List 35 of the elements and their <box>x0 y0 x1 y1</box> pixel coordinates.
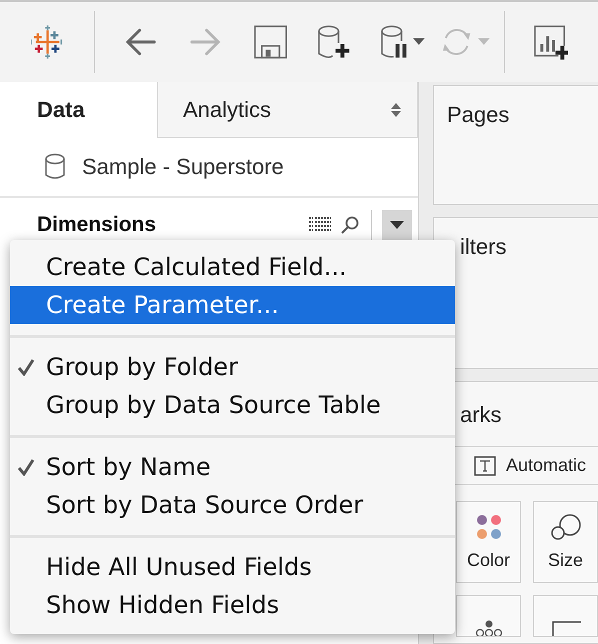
search-icon[interactable] <box>341 216 359 234</box>
size-circles-icon <box>550 514 580 540</box>
checkmark-icon <box>17 458 35 476</box>
menu-item[interactable]: Show Hidden Fields <box>10 586 455 624</box>
color-dots-icon <box>476 514 502 540</box>
shelf-title: Pages <box>446 101 510 128</box>
tooltip-icon <box>550 620 580 636</box>
pane-tab[interactable]: Analytics <box>157 82 418 138</box>
checkmark-icon <box>17 358 35 376</box>
menu-item[interactable]: Create Parameter... <box>10 286 455 324</box>
dropdown-button[interactable] <box>382 210 412 240</box>
section-title: Dimensions <box>37 213 156 237</box>
menu-item[interactable]: Hide All Unused Fields <box>10 548 455 586</box>
menu-item[interactable]: Create Calculated Field... <box>10 248 455 286</box>
database-icon <box>44 153 66 181</box>
add-data-source-icon[interactable] <box>316 24 350 60</box>
marks-property-button[interactable] <box>456 595 521 637</box>
marks-property-button[interactable]: Size <box>533 501 598 583</box>
menu-item[interactable]: Sort by Data Source Order <box>10 486 455 524</box>
caret-icon[interactable] <box>413 38 425 46</box>
list-view-icon[interactable] <box>309 216 331 234</box>
shelf-title: ilters <box>459 233 508 260</box>
menu-item[interactable]: Group by Data Source Table <box>10 386 455 424</box>
logo-icon[interactable] <box>31 25 64 59</box>
menu-item[interactable]: Group by Folder <box>10 348 455 386</box>
text-mark-icon <box>474 456 496 476</box>
detail-dots-icon <box>474 620 502 636</box>
marks-property-button[interactable]: Color <box>456 501 521 583</box>
shelf-title: arks <box>459 401 503 428</box>
pause-data-source-icon[interactable] <box>380 24 410 60</box>
caret-icon <box>390 221 404 229</box>
new-chart-icon[interactable] <box>532 24 568 60</box>
sort-arrows-icon <box>391 102 401 116</box>
data-source-name[interactable]: Sample - Superstore <box>82 154 284 180</box>
save-icon[interactable] <box>254 25 287 59</box>
